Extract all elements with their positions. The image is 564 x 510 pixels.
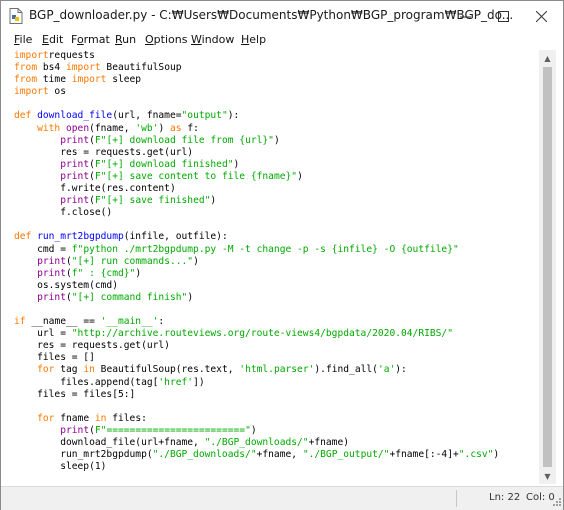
- code-line[interactable]: from bs4 import BeautifulSoup: [14, 62, 182, 73]
- code-line[interactable]: print(F"[+] download file from {url}"): [14, 135, 280, 146]
- code-line[interactable]: if __name__ == '__main__':: [14, 316, 164, 327]
- code-line[interactable]: print(F"[+] save finished"): [14, 195, 216, 206]
- code-line[interactable]: print(F"========================"): [14, 425, 256, 436]
- menu-edit[interactable]: Edit: [42, 33, 63, 46]
- code-line[interactable]: print("[+] command finish"): [14, 292, 193, 303]
- code-line[interactable]: files = []: [14, 352, 95, 363]
- code-line[interactable]: run_mrt2bgpdump("./BGP_downloads/"+fname…: [14, 449, 499, 460]
- title-bar[interactable]: BGP_downloader.py - C:₩Users₩Documents₩P…: [1, 1, 563, 31]
- code-editor[interactable]: importrequests from bs4 import Beautiful…: [11, 50, 538, 484]
- menu-help[interactable]: Help: [241, 33, 266, 46]
- maximize-icon: [497, 10, 509, 22]
- code-line[interactable]: url = "http://archive.routeviews.org/rou…: [14, 328, 453, 339]
- code-line[interactable]: res = requests.get(url): [14, 147, 193, 158]
- code-line[interactable]: with open(fname, 'wb') as f:: [14, 123, 199, 134]
- status-line: Ln: 22: [489, 492, 521, 503]
- menu-options[interactable]: Options: [145, 33, 187, 46]
- source-code[interactable]: importrequests from bs4 import Beautiful…: [11, 50, 538, 473]
- code-line[interactable]: importrequests: [14, 50, 95, 61]
- menu-bar: File Edit Format Run Options Window Help: [1, 31, 563, 49]
- code-line[interactable]: for fname in files:: [14, 413, 147, 424]
- vertical-scrollbar[interactable]: ▲ ▼: [539, 50, 556, 484]
- menu-window[interactable]: Window: [191, 33, 234, 46]
- code-line[interactable]: from time import sleep: [14, 74, 141, 85]
- status-divider: [456, 490, 457, 507]
- menu-format[interactable]: Format: [71, 33, 110, 46]
- code-line[interactable]: files.append(tag['href']): [14, 377, 204, 388]
- close-button[interactable]: [522, 1, 560, 31]
- code-line[interactable]: print("[+] run commands..."): [14, 256, 199, 267]
- resize-grip-icon[interactable]: [553, 498, 561, 506]
- close-icon: [535, 10, 547, 22]
- code-line[interactable]: print(F"[+] download finished"): [14, 159, 239, 170]
- scroll-down-arrow-icon[interactable]: ▼: [539, 468, 556, 484]
- maximize-button[interactable]: [484, 1, 522, 31]
- code-line[interactable]: f.write(res.content): [14, 183, 176, 194]
- status-bar: Ln: 22 Col: 0: [1, 486, 563, 510]
- code-line[interactable]: import os: [14, 86, 66, 97]
- scrollbar-thumb[interactable]: [543, 67, 552, 467]
- menu-run[interactable]: Run: [115, 33, 136, 46]
- code-line[interactable]: files = files[5:]: [14, 389, 135, 400]
- idle-editor-window: BGP_downloader.py - C:₩Users₩Documents₩P…: [0, 0, 564, 510]
- code-line[interactable]: print(F"[+] save content to file {fname}…: [14, 171, 303, 182]
- status-column: Col: 0: [526, 492, 555, 503]
- code-line[interactable]: res = requests.get(url): [14, 340, 170, 351]
- window-title: BGP_downloader.py - C:₩Users₩Documents₩P…: [29, 8, 514, 22]
- code-line[interactable]: f.close(): [14, 207, 112, 218]
- code-line[interactable]: cmd = f"python ./mrt2bgpdump.py -M -t ch…: [14, 244, 459, 255]
- code-line[interactable]: os.system(cmd): [14, 280, 118, 291]
- minimize-button[interactable]: [446, 1, 484, 31]
- code-line[interactable]: sleep(1): [14, 461, 106, 472]
- code-line[interactable]: def run_mrt2bgpdump(infile, outfile):: [14, 231, 228, 242]
- minimize-icon: [459, 16, 471, 17]
- scroll-up-arrow-icon[interactable]: ▲: [539, 50, 556, 66]
- menu-file[interactable]: File: [14, 33, 32, 46]
- code-line[interactable]: for tag in BeautifulSoup(res.text, 'html…: [14, 364, 407, 375]
- code-line[interactable]: def download_file(url, fname="output"):: [14, 110, 239, 121]
- python-file-icon: [9, 8, 23, 24]
- code-line[interactable]: print(f" : {cmd}"): [14, 268, 141, 279]
- code-line[interactable]: download_file(url+fname, "./BGP_download…: [14, 437, 349, 448]
